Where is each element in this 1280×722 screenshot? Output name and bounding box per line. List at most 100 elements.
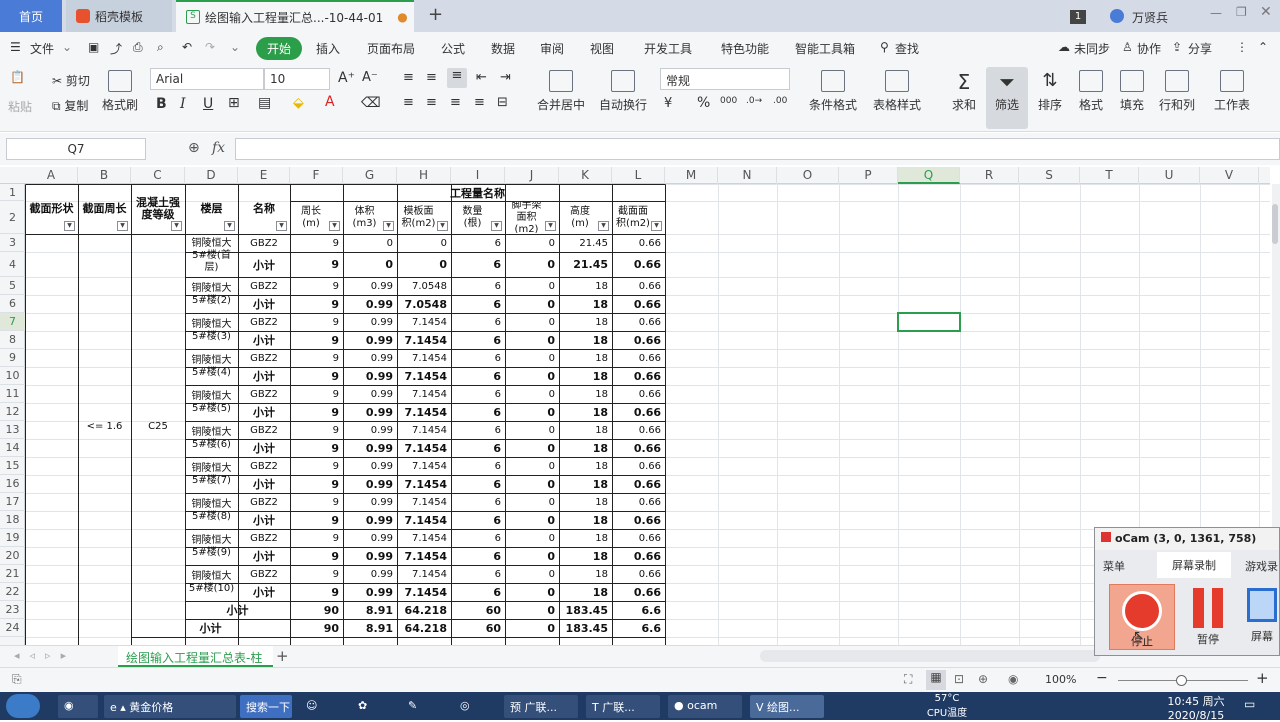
row-header-15[interactable]: 15 — [0, 457, 25, 475]
format-button[interactable]: 格式 — [1072, 70, 1110, 113]
value-cell[interactable]: 0.66 — [613, 278, 664, 294]
zoom-out-icon[interactable]: − — [1096, 670, 1108, 686]
fullscreen-icon[interactable]: ⛶ — [904, 672, 912, 687]
value-cell[interactable]: 0.99 — [344, 566, 396, 582]
value-cell[interactable]: 0.99 — [344, 458, 396, 474]
align-center-icon[interactable]: ≡ — [426, 95, 437, 110]
new-tab-icon[interactable]: + — [428, 4, 443, 25]
value-cell[interactable]: 7.1454 — [398, 530, 450, 546]
name-cell[interactable]: GBZ2 — [239, 235, 289, 251]
column-header-G[interactable]: G — [343, 167, 397, 184]
save-icon[interactable]: ▣ — [88, 40, 99, 54]
value-cell[interactable]: 7.1454 — [398, 386, 450, 402]
total-label-cell[interactable]: 小计 — [132, 620, 289, 636]
row-header-18[interactable]: 18 — [0, 511, 25, 529]
subtotal-value-cell[interactable]: 0.66 — [613, 476, 664, 492]
subtotal-value-cell[interactable]: 6 — [452, 584, 504, 600]
selected-cell-Q7[interactable] — [897, 312, 961, 332]
value-cell[interactable]: 9 — [291, 530, 342, 546]
column-header-H[interactable]: H — [397, 167, 451, 184]
subtotal-value-cell[interactable]: 18 — [560, 512, 611, 528]
value-cell[interactable]: 18 — [560, 314, 611, 330]
zoom-slider-thumb[interactable] — [1176, 675, 1187, 686]
subtotal-value-cell[interactable]: 7.1454 — [398, 368, 450, 384]
value-cell[interactable]: 9 — [291, 458, 342, 474]
filter-dropdown-icon[interactable]: ▼ — [171, 221, 182, 231]
fx-icon[interactable]: fx — [212, 140, 225, 156]
filter-button[interactable]: ⏷ 筛选 — [986, 67, 1028, 129]
subtotal-value-cell[interactable]: 0 — [506, 512, 558, 528]
value-cell[interactable]: 0.66 — [613, 530, 664, 546]
floor-cell[interactable]: 铜陵恒大5#楼(2) — [186, 278, 237, 312]
filter-dropdown-icon[interactable]: ▼ — [276, 221, 287, 231]
column-header-B[interactable]: B — [78, 167, 131, 184]
value-cell[interactable]: 0.99 — [344, 422, 396, 438]
subtotal-value-cell[interactable]: 9 — [291, 404, 342, 420]
value-cell[interactable]: 0.99 — [344, 494, 396, 510]
name-subtotal-cell[interactable]: 小计 — [239, 253, 289, 276]
subtotal-value-cell[interactable]: 0 — [506, 253, 558, 276]
name-box[interactable]: Q7 — [6, 138, 146, 160]
column-header-R[interactable]: R — [960, 167, 1019, 184]
wps-icon[interactable]: ✎ — [402, 695, 442, 718]
sheet-nav-arrows-icon[interactable]: ◂◃▹▸ — [14, 649, 76, 662]
subtotal-value-cell[interactable]: 7.1454 — [398, 332, 450, 348]
subtotal-value-cell[interactable]: 0.66 — [613, 512, 664, 528]
subtotal-value-cell[interactable]: 0.99 — [344, 476, 396, 492]
column-header-V[interactable]: V — [1200, 167, 1259, 184]
filter-dropdown-icon[interactable]: ▼ — [64, 221, 75, 231]
font-shrink-icon[interactable]: A⁻ — [362, 70, 378, 85]
name-cell[interactable]: GBZ2 — [239, 566, 289, 582]
value-cell[interactable]: 7.1454 — [398, 314, 450, 330]
subtotal-value-cell[interactable]: 9 — [291, 332, 342, 348]
name-cell[interactable]: GBZ2 — [239, 494, 289, 510]
hamburger-icon[interactable]: ☰ — [10, 40, 21, 54]
value-cell[interactable]: 9 — [291, 566, 342, 582]
name-subtotal-cell[interactable]: 小计 — [239, 476, 289, 492]
subtotal-value-cell[interactable]: 6 — [452, 332, 504, 348]
column-header-M[interactable]: M — [665, 167, 718, 184]
subtotal-cell[interactable]: 6.6 — [613, 602, 664, 618]
decimal-decrease-icon[interactable]: .00 — [773, 96, 787, 106]
tab-home[interactable]: 首页 — [0, 0, 62, 32]
name-cell[interactable]: GBZ2 — [239, 386, 289, 402]
normal-view-icon[interactable]: ▦ — [926, 670, 946, 690]
close-icon[interactable]: ✕ — [1260, 4, 1272, 20]
minimize-icon[interactable]: — — [1210, 6, 1222, 20]
floor-cell[interactable]: 铜陵恒大5#楼(9) — [186, 530, 237, 564]
subtotal-value-cell[interactable]: 0 — [506, 368, 558, 384]
taskbar-search[interactable]: 搜索一下 — [240, 695, 292, 718]
eye-protect-icon[interactable]: ◉ — [1008, 672, 1018, 686]
ocam-pause-button[interactable]: 暂停 — [1183, 588, 1233, 647]
floor-cell[interactable]: 铜陵恒大5#楼(6) — [186, 422, 237, 456]
column-header-J[interactable]: J — [505, 167, 559, 184]
ocam-tab-screen[interactable]: 屏幕录制 — [1157, 552, 1231, 578]
value-cell[interactable]: 9 — [291, 235, 342, 251]
search-icon[interactable]: ⚲ — [880, 40, 889, 54]
menu-dev-tools[interactable]: 开发工具 — [644, 40, 692, 57]
floor-cell[interactable]: 铜陵恒大5#楼(10) — [186, 566, 237, 600]
filter-dropdown-icon[interactable]: ▼ — [117, 221, 128, 231]
grade-cell[interactable]: C25 — [132, 235, 184, 618]
subtotal-value-cell[interactable]: 0.99 — [344, 440, 396, 456]
value-cell[interactable]: 0 — [506, 314, 558, 330]
subtotal-value-cell[interactable]: 7.1454 — [398, 440, 450, 456]
subtotal-cell[interactable]: 60 — [452, 602, 504, 618]
table-title[interactable]: 工程量名称 — [291, 185, 664, 200]
value-cell[interactable]: 18 — [560, 386, 611, 402]
subtotal-value-cell[interactable]: 6 — [452, 253, 504, 276]
value-cell[interactable]: 7.1454 — [398, 422, 450, 438]
subtotal-value-cell[interactable]: 9 — [291, 296, 342, 312]
export-icon[interactable]: ⤴ — [110, 40, 122, 57]
column-header-T[interactable]: T — [1080, 167, 1139, 184]
value-cell[interactable]: 0 — [506, 386, 558, 402]
value-cell[interactable]: 18 — [560, 566, 611, 582]
ocam-tab-menu[interactable]: 菜单 — [1103, 558, 1125, 574]
menu-page-layout[interactable]: 页面布局 — [367, 40, 415, 57]
value-cell[interactable]: 0.99 — [344, 350, 396, 366]
bold-icon[interactable]: B — [156, 96, 167, 112]
subtotal-value-cell[interactable]: 0.66 — [613, 368, 664, 384]
subtotal-value-cell[interactable]: 9 — [291, 548, 342, 564]
total-cell[interactable]: 6.6 — [613, 620, 664, 636]
filter-dropdown-icon[interactable]: ▼ — [545, 221, 556, 231]
